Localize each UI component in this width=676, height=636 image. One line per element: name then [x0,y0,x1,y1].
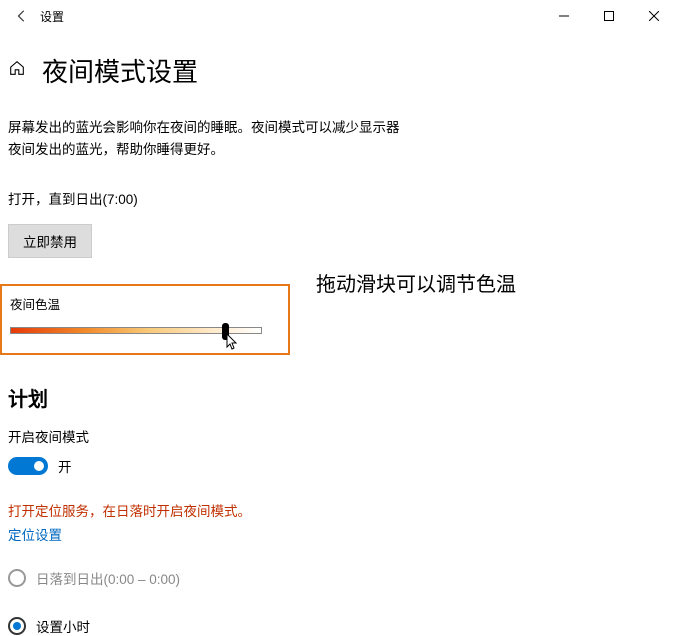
annotation-text: 拖动滑块可以调节色温 [316,268,516,297]
night-mode-toggle[interactable] [8,457,48,475]
disable-now-button[interactable]: 立即禁用 [8,224,92,258]
page-title: 夜间模式设置 [42,52,198,89]
maximize-button[interactable] [586,0,631,32]
description-line-1: 屏幕发出的蓝光会影响你在夜间的睡眠。夜间模式可以减少显示器 [8,117,668,139]
minimize-button[interactable] [541,0,586,32]
color-temp-label: 夜间色温 [2,294,282,313]
schedule-status: 打开，直到日出(7:00) [8,188,668,208]
radio-set-hours[interactable] [8,617,26,635]
color-temp-group: 夜间色温 [0,284,290,355]
schedule-heading: 计划 [8,383,668,412]
radio-set-hours-label: 设置小时 [36,616,90,636]
close-button[interactable] [631,0,676,32]
night-mode-toggle-label: 开启夜间模式 [8,426,668,446]
window-title: 设置 [36,8,64,25]
color-temp-slider[interactable] [10,327,262,337]
description-line-2: 夜间发出的蓝光，帮助你睡得更好。 [8,139,668,161]
home-icon[interactable] [8,59,26,82]
toggle-state-label: 开 [58,456,72,476]
radio-sunset [8,569,26,587]
radio-sunset-label: 日落到日出(0:00 – 0:00) [36,568,180,588]
back-button[interactable] [8,9,36,23]
slider-thumb[interactable] [222,323,229,340]
location-settings-link[interactable]: 定位设置 [8,524,62,544]
location-warning: 打开定位服务，在日落时开启夜间模式。 [8,500,668,520]
